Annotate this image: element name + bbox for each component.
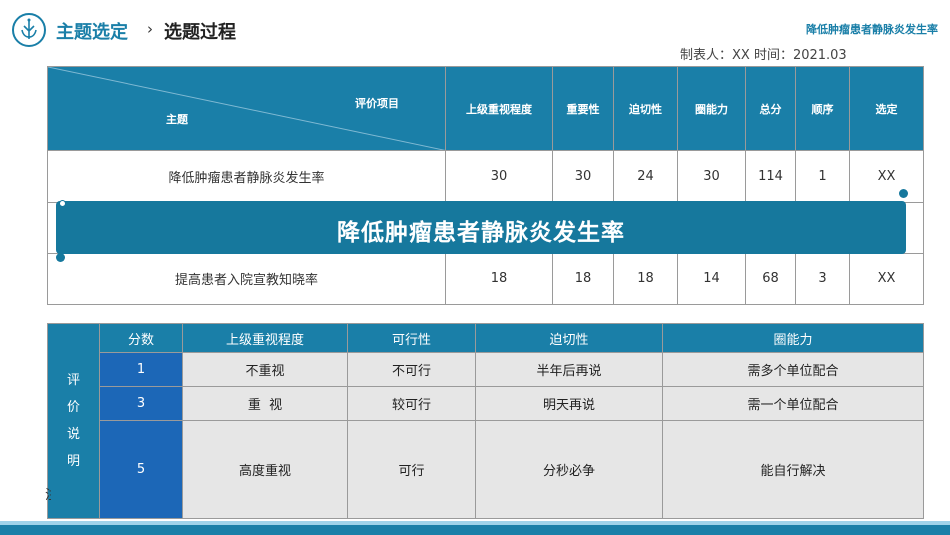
eval-header-row: 评 价 说 明 分数 上级重视程度 可行性 迫切性 圈能力 — [47, 323, 924, 519]
value-cell: 18 — [613, 252, 678, 306]
decor-dot — [899, 189, 908, 198]
table-meta: 制表人：XX 时间：2021.03 — [680, 48, 847, 63]
eval-col-header: 圈能力 — [662, 323, 924, 353]
eval-cell: 明天再说 — [475, 386, 663, 421]
eval-cell: 需多个单位配合 — [662, 352, 924, 387]
stray-note-text: 注 — [45, 484, 51, 503]
evaluation-table: 评 价 说 明 分数 上级重视程度 可行性 迫切性 圈能力 1 不重视 不可行 … — [47, 323, 924, 519]
footer-stripe — [0, 525, 950, 535]
page-title: 选题过程 — [164, 22, 236, 43]
eval-cell: 重 视 — [182, 386, 348, 421]
eval-col-header: 上级重视程度 — [182, 323, 348, 353]
eval-cell: 高度重视 — [182, 420, 348, 519]
table-row: 降低肿瘤患者静脉炎发生率 30 30 24 30 114 1 XX — [47, 150, 924, 203]
col-header: 重要性 — [552, 65, 614, 152]
table-row: 提高患者入院宣教知晓率 18 18 18 14 68 3 XX — [47, 252, 924, 306]
eval-cell: 半年后再说 — [475, 352, 663, 387]
col-header: 选定 — [849, 65, 924, 152]
topic-cell: 提高患者入院宣教知晓率 — [47, 252, 446, 306]
topic-label: 降低肿瘤患者静脉炎发生率 — [806, 23, 938, 36]
eval-cell: 较可行 — [347, 386, 476, 421]
value-cell: 18 — [445, 252, 553, 306]
value-cell: 14 — [677, 252, 746, 306]
eval-row: 1 不重视 不可行 半年后再说 需多个单位配合 — [48, 352, 924, 387]
header-topic: 主题 — [166, 113, 188, 126]
score-cell: 3 — [99, 386, 183, 421]
selected-topic-banner: 降低肿瘤患者静脉炎发生率 — [56, 201, 906, 254]
value-cell: 1 — [795, 150, 850, 203]
topic-cell: 降低肿瘤患者静脉炎发生率 — [47, 150, 446, 203]
value-cell: XX — [849, 150, 924, 203]
value-cell: 114 — [745, 150, 796, 203]
section-title: 主题选定 — [56, 22, 128, 43]
banner-text: 降低肿瘤患者静脉炎发生率 — [337, 220, 625, 246]
eval-cell: 不重视 — [182, 352, 348, 387]
decor-dot — [56, 253, 65, 262]
value-cell: 30 — [445, 150, 553, 203]
col-header: 上级重视程度 — [445, 65, 553, 152]
eval-side-label: 评 价 说 明 — [47, 323, 100, 519]
col-header: 迫切性 — [613, 65, 678, 152]
eval-row: 3 重 视 较可行 明天再说 需一个单位配合 — [48, 386, 924, 421]
diagonal-header-cell: 评价项目 主题 — [47, 65, 446, 152]
score-cell: 1 — [99, 352, 183, 387]
header-criteria: 评价项目 — [355, 97, 399, 110]
eval-col-header: 可行性 — [347, 323, 476, 353]
col-header: 总分 — [745, 65, 796, 152]
selection-table: 评价项目 主题 上级重视程度 重要性 迫切性 圈能力 总分 顺序 选定 降低肿瘤… — [47, 65, 924, 306]
value-cell: 18 — [552, 252, 614, 306]
eval-cell: 能自行解决 — [662, 420, 924, 519]
eval-cell: 需一个单位配合 — [662, 386, 924, 421]
col-header: 圈能力 — [677, 65, 746, 152]
score-cell: 5 — [99, 420, 183, 519]
value-cell: 30 — [677, 150, 746, 203]
logo-icon — [12, 13, 46, 47]
value-cell: 3 — [795, 252, 850, 306]
value-cell: 24 — [613, 150, 678, 203]
col-header: 顺序 — [795, 65, 850, 152]
eval-col-header: 迫切性 — [475, 323, 663, 353]
chevron-right-icon: › — [147, 20, 153, 38]
decor-dot — [59, 200, 66, 207]
eval-cell: 可行 — [347, 420, 476, 519]
table-header-row: 评价项目 主题 上级重视程度 重要性 迫切性 圈能力 总分 顺序 选定 — [47, 65, 924, 152]
eval-row: 5 高度重视 可行 分秒必争 能自行解决 — [48, 420, 924, 519]
value-cell: 68 — [745, 252, 796, 306]
value-cell: XX — [849, 252, 924, 306]
eval-cell: 不可行 — [347, 352, 476, 387]
value-cell: 30 — [552, 150, 614, 203]
eval-col-header: 分数 — [99, 323, 183, 353]
eval-cell: 分秒必争 — [475, 420, 663, 519]
